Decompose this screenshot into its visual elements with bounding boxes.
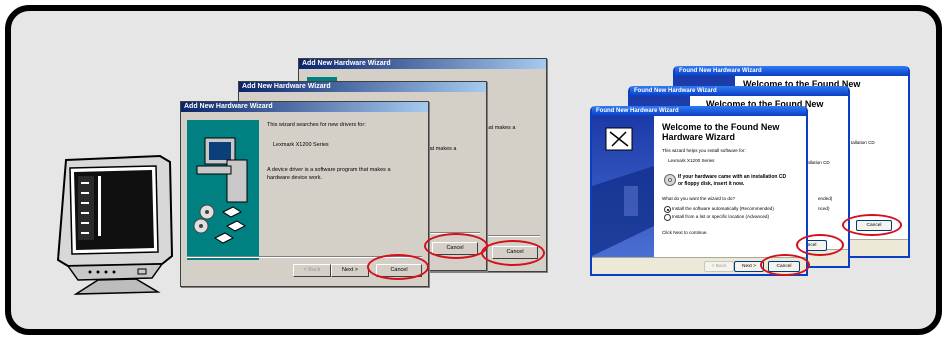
title-bar: Found New Hardware Wizard	[675, 66, 908, 76]
driver-text-line2: hardware device work.	[267, 175, 323, 181]
heading-line2: Hardware Wizard	[662, 132, 735, 142]
wizard-sidebar	[592, 116, 654, 258]
cancel-highlight	[760, 254, 810, 276]
driver-text-line1: A device driver is a software program th…	[267, 167, 391, 173]
option-advanced-label: Install from a list or specific location…	[672, 214, 770, 219]
cd-text-line1: If your hardware came with an installati…	[678, 174, 787, 180]
hardware-wizard-icon	[592, 127, 654, 256]
title-bar: Add New Hardware Wizard	[239, 82, 486, 92]
device-name: Lexmark X1200 Series	[668, 158, 715, 163]
heading-line1: Welcome to the Found New	[662, 122, 780, 132]
option-advanced-radio[interactable]	[664, 214, 671, 221]
partial-text: ended)	[818, 196, 833, 201]
computer-monitor-icon	[56, 154, 174, 295]
title-bar: Add New Hardware Wizard	[299, 59, 546, 69]
continue-text: Click Next to continue.	[662, 230, 708, 235]
question-text: What do you want the wizard to do?	[662, 196, 736, 201]
partial-text: nced)	[818, 206, 830, 211]
intro-text: This wizard searches for new drivers for…	[267, 122, 366, 128]
partial-text: that makes a	[425, 146, 457, 152]
cd-icon	[664, 174, 676, 186]
partial-text: tallation CD	[806, 160, 830, 165]
partial-text: tallation CD	[851, 140, 875, 145]
back-button[interactable]: < Back	[293, 264, 331, 277]
title-bar: Found New Hardware Wizard	[630, 86, 848, 96]
partial-text: that makes a	[484, 125, 516, 131]
option-auto-radio[interactable]	[664, 206, 671, 213]
cancel-highlight	[481, 240, 545, 266]
found-hw-dialog-front: Found New Hardware Wizard Welcome to the…	[590, 106, 808, 276]
cd-text-line2: or floppy disk, insert it now.	[678, 181, 745, 187]
help-text: This wizard helps you install software f…	[662, 148, 746, 153]
option-auto-label: Install the software automatically (Reco…	[672, 206, 774, 211]
cancel-highlight	[842, 214, 902, 236]
cancel-highlight	[796, 234, 844, 256]
back-button[interactable]: < Back	[704, 261, 734, 272]
next-button[interactable]: Next >	[331, 264, 369, 277]
title-bar: Add New Hardware Wizard	[181, 102, 428, 112]
title-bar: Found New Hardware Wizard	[592, 106, 806, 116]
computer-disks-icon	[193, 137, 248, 244]
cancel-highlight	[424, 233, 488, 259]
wizard-artwork	[187, 120, 259, 260]
cancel-highlight	[367, 254, 429, 280]
device-name: Lexmark X1200 Series	[273, 142, 329, 148]
